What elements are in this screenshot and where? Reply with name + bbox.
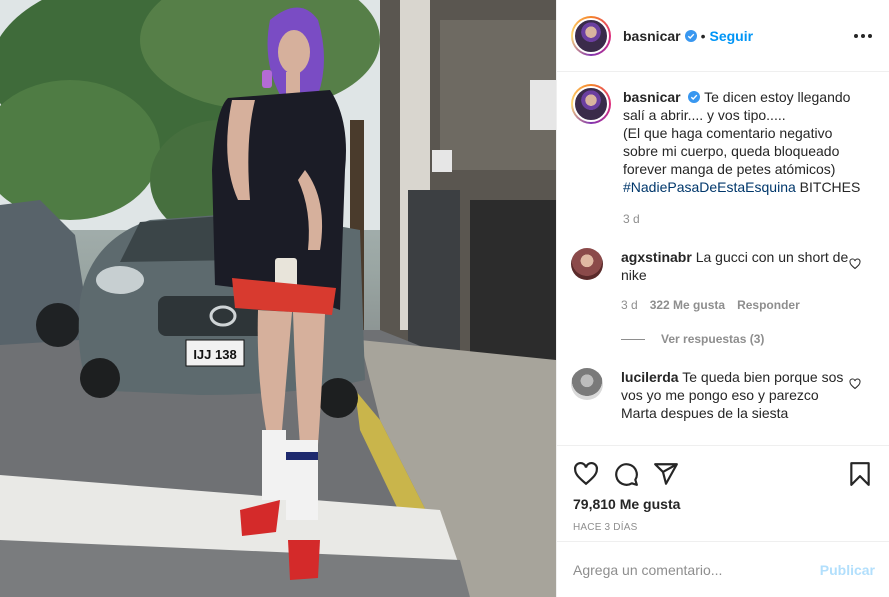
comment-likes[interactable]: 322 Me gusta bbox=[650, 296, 725, 314]
verified-badge-icon bbox=[688, 91, 701, 103]
comment-item: agxstinabr La gucci con un short de nike… bbox=[571, 248, 875, 314]
action-bar: 79,810 Me gusta HACE 3 DÍAS bbox=[557, 445, 889, 533]
comment-avatar[interactable] bbox=[571, 248, 603, 280]
post-panel: basnicar • Seguir basnicar Te dicen esto… bbox=[556, 0, 889, 597]
comment-item: lucilerda Te queda bien porque sos vos y… bbox=[571, 368, 875, 422]
follow-button[interactable]: Seguir bbox=[710, 28, 754, 44]
comment-input[interactable] bbox=[573, 561, 820, 578]
comment-like-heart-icon[interactable] bbox=[849, 378, 861, 390]
more-options-icon[interactable] bbox=[851, 24, 875, 48]
caption-hashtag[interactable]: #NadiePasaDeEstaEsquina bbox=[623, 179, 796, 195]
comment-icon[interactable] bbox=[613, 461, 639, 487]
caption: basnicar Te dicen estoy llegando salí a … bbox=[571, 84, 875, 228]
action-icons bbox=[573, 454, 873, 494]
comment-time[interactable]: 3 d bbox=[621, 296, 638, 314]
comment-body: agxstinabr La gucci con un short de nike… bbox=[621, 248, 851, 314]
verified-badge-icon bbox=[684, 29, 697, 42]
separator-dot: • bbox=[700, 27, 706, 44]
comments-list[interactable]: basnicar Te dicen estoy llegando salí a … bbox=[557, 72, 889, 445]
comment-meta: 3 d 322 Me gusta Responder bbox=[621, 296, 851, 314]
street-scene: IJJ 138 bbox=[0, 0, 556, 597]
caption-tail: BITCHES bbox=[795, 179, 861, 195]
license-plate-text: IJJ 138 bbox=[193, 347, 236, 362]
instagram-post: IJJ 138 basnicar • Seguir basnicar Te di… bbox=[0, 0, 889, 597]
post-photo[interactable]: IJJ 138 bbox=[0, 0, 556, 597]
reply-button[interactable]: Responder bbox=[737, 296, 800, 314]
bookmark-icon[interactable] bbox=[847, 461, 873, 487]
view-replies-label: Ver respuestas (3) bbox=[661, 332, 765, 346]
likes-count[interactable]: 79,810 Me gusta bbox=[573, 496, 873, 512]
share-icon[interactable] bbox=[653, 461, 679, 487]
comment-body: lucilerda Te queda bien porque sos vos y… bbox=[621, 368, 851, 422]
caption-time[interactable]: 3 d bbox=[623, 210, 640, 228]
comment-avatar[interactable] bbox=[571, 368, 603, 400]
heart-icon[interactable] bbox=[573, 461, 599, 487]
header-username[interactable]: basnicar bbox=[623, 28, 681, 44]
comment-username[interactable]: lucilerda bbox=[621, 369, 679, 385]
caption-meta: 3 d bbox=[623, 210, 861, 228]
add-comment-bar: Publicar bbox=[557, 541, 889, 597]
caption-username[interactable]: basnicar bbox=[623, 89, 681, 105]
comment-like-heart-icon[interactable] bbox=[849, 258, 861, 270]
publish-button[interactable]: Publicar bbox=[820, 562, 875, 578]
avatar[interactable] bbox=[571, 15, 611, 56]
replies-divider bbox=[621, 338, 645, 340]
caption-body: basnicar Te dicen estoy llegando salí a … bbox=[623, 88, 861, 228]
caption-avatar[interactable] bbox=[571, 84, 611, 124]
posted-time[interactable]: HACE 3 DÍAS bbox=[573, 522, 873, 533]
caption-text-note: (El que haga comentario negativo sobre m… bbox=[623, 125, 840, 177]
post-header: basnicar • Seguir bbox=[557, 0, 889, 72]
comment-username[interactable]: agxstinabr bbox=[621, 249, 692, 265]
view-replies-button[interactable]: Ver respuestas (3) bbox=[621, 332, 875, 346]
